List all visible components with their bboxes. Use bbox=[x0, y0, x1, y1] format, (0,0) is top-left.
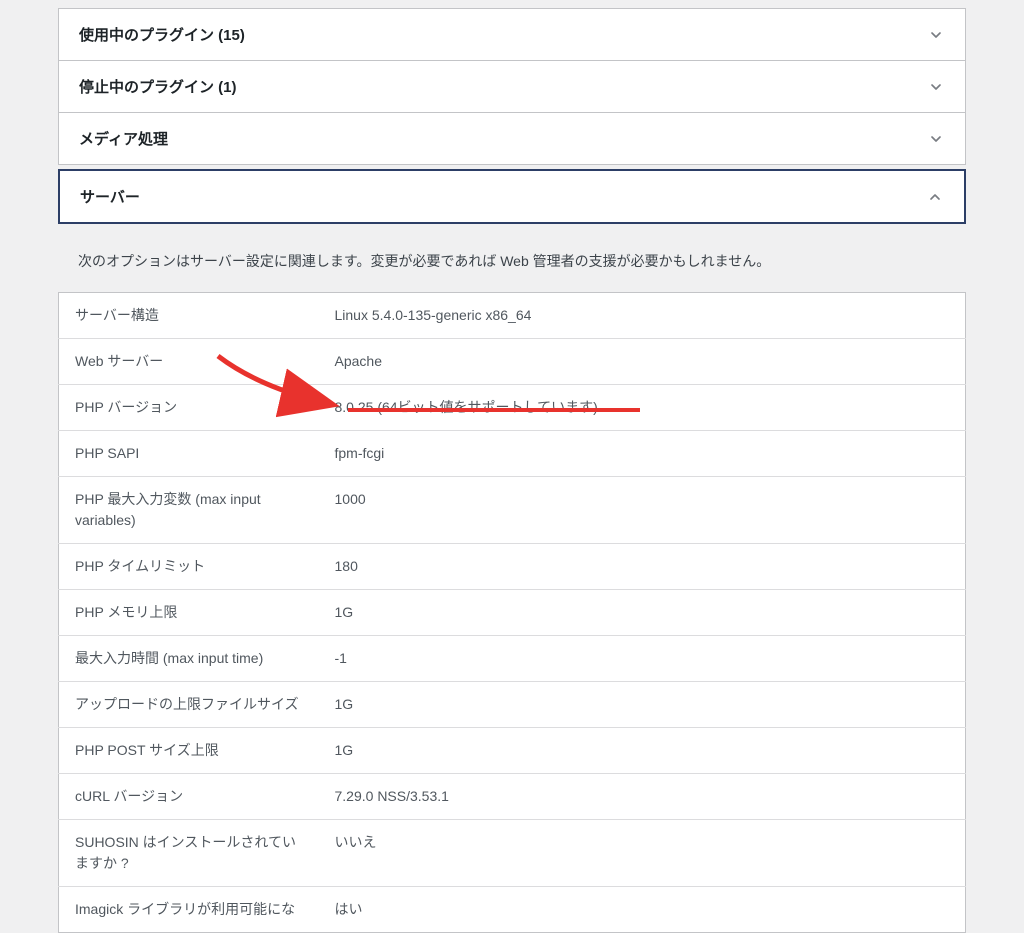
table-row: Imagick ライブラリが利用可能になはい bbox=[59, 887, 966, 933]
table-row: PHP SAPIfpm-fcgi bbox=[59, 431, 966, 477]
table-row: PHP 最大入力変数 (max input variables)1000 bbox=[59, 477, 966, 544]
table-cell-value: fpm-fcgi bbox=[319, 431, 966, 477]
server-panel-description: 次のオプションはサーバー設定に関連します。変更が必要であれば Web 管理者の支… bbox=[58, 250, 966, 292]
table-cell-value: 8.0.25 (64ビット値をサポートしています) bbox=[319, 385, 966, 431]
table-cell-label: SUHOSIN はインストールされていますか ? bbox=[59, 820, 319, 887]
accordion-label: メディア処理 bbox=[79, 128, 168, 149]
table-row: SUHOSIN はインストールされていますか ?いいえ bbox=[59, 820, 966, 887]
table-row: Web サーバーApache bbox=[59, 339, 966, 385]
table-cell-value: Linux 5.4.0-135-generic x86_64 bbox=[319, 293, 966, 339]
table-cell-value: 180 bbox=[319, 544, 966, 590]
table-cell-label: PHP SAPI bbox=[59, 431, 319, 477]
table-cell-value: -1 bbox=[319, 636, 966, 682]
accordion-active-plugins[interactable]: 使用中のプラグイン (15) bbox=[58, 8, 966, 61]
chevron-down-icon bbox=[927, 130, 945, 148]
table-cell-label: PHP POST サイズ上限 bbox=[59, 728, 319, 774]
table-cell-label: PHP タイムリミット bbox=[59, 544, 319, 590]
table-cell-value: 1G bbox=[319, 728, 966, 774]
accordion-label: サーバー bbox=[80, 186, 140, 207]
table-cell-label: cURL バージョン bbox=[59, 774, 319, 820]
table-cell-value: 7.29.0 NSS/3.53.1 bbox=[319, 774, 966, 820]
accordion-label: 停止中のプラグイン (1) bbox=[79, 76, 237, 97]
chevron-down-icon bbox=[927, 26, 945, 44]
table-cell-value: Apache bbox=[319, 339, 966, 385]
server-panel: 次のオプションはサーバー設定に関連します。変更が必要であれば Web 管理者の支… bbox=[58, 224, 966, 933]
table-row: サーバー構造Linux 5.4.0-135-generic x86_64 bbox=[59, 293, 966, 339]
table-cell-label: サーバー構造 bbox=[59, 293, 319, 339]
table-row: 最大入力時間 (max input time)-1 bbox=[59, 636, 966, 682]
table-cell-value: いいえ bbox=[319, 820, 966, 887]
table-row: PHP タイムリミット180 bbox=[59, 544, 966, 590]
table-cell-value: 1G bbox=[319, 682, 966, 728]
accordion-server[interactable]: サーバー bbox=[58, 169, 966, 224]
accordion-label: 使用中のプラグイン (15) bbox=[79, 24, 245, 45]
table-cell-label: PHP バージョン bbox=[59, 385, 319, 431]
table-row: PHP バージョン8.0.25 (64ビット値をサポートしています) bbox=[59, 385, 966, 431]
server-info-table: サーバー構造Linux 5.4.0-135-generic x86_64Web … bbox=[58, 292, 966, 933]
table-cell-value: 1000 bbox=[319, 477, 966, 544]
chevron-up-icon bbox=[926, 188, 944, 206]
chevron-down-icon bbox=[927, 78, 945, 96]
table-cell-label: Imagick ライブラリが利用可能にな bbox=[59, 887, 319, 933]
table-row: cURL バージョン7.29.0 NSS/3.53.1 bbox=[59, 774, 966, 820]
table-cell-label: 最大入力時間 (max input time) bbox=[59, 636, 319, 682]
table-cell-value: はい bbox=[319, 887, 966, 933]
table-cell-label: PHP メモリ上限 bbox=[59, 590, 319, 636]
table-cell-label: アップロードの上限ファイルサイズ bbox=[59, 682, 319, 728]
table-row: PHP メモリ上限1G bbox=[59, 590, 966, 636]
table-cell-label: Web サーバー bbox=[59, 339, 319, 385]
accordion-inactive-plugins[interactable]: 停止中のプラグイン (1) bbox=[58, 60, 966, 113]
table-row: アップロードの上限ファイルサイズ1G bbox=[59, 682, 966, 728]
accordion-media-handling[interactable]: メディア処理 bbox=[58, 112, 966, 165]
table-row: PHP POST サイズ上限1G bbox=[59, 728, 966, 774]
table-cell-value: 1G bbox=[319, 590, 966, 636]
table-cell-label: PHP 最大入力変数 (max input variables) bbox=[59, 477, 319, 544]
